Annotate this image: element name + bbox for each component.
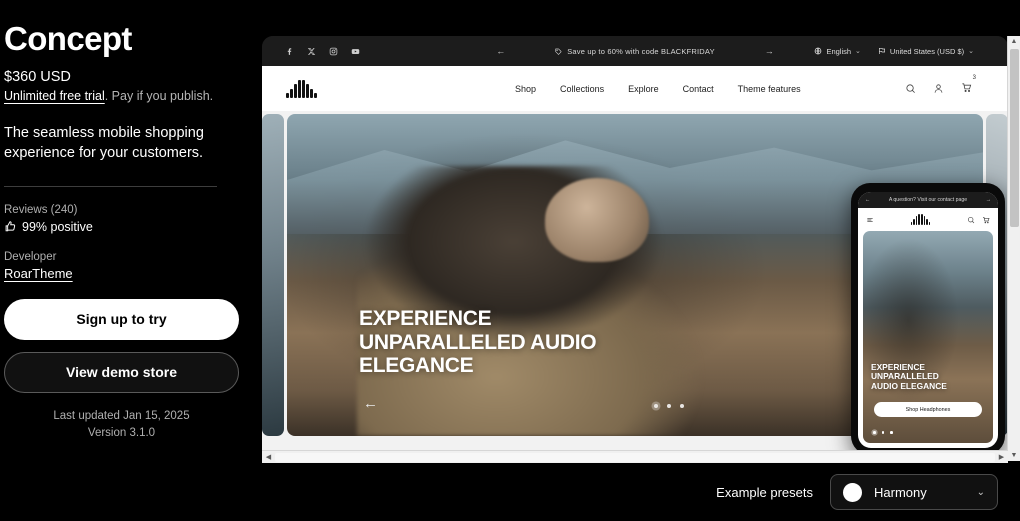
cart-icon[interactable] xyxy=(982,216,990,224)
mobile-hero-slide[interactable]: EXPERIENCE UNPARALLELED AUDIO ELEGANCE S… xyxy=(863,231,993,443)
store-header-icons: 3 xyxy=(905,75,976,98)
rating-text: 99% positive xyxy=(22,219,93,234)
sign-up-to-try-button[interactable]: Sign up to try xyxy=(4,298,239,340)
theme-tagline: The seamless mobile shopping experience … xyxy=(4,124,204,162)
hero-dot-3[interactable] xyxy=(680,404,684,408)
mobile-preview-device[interactable]: ← A question? Visit our contact page → E… xyxy=(851,183,1005,455)
currency-selector[interactable]: United States (USD $) ⌄ xyxy=(878,47,974,56)
developer-label: Developer xyxy=(4,250,57,263)
mobile-carousel-dots[interactable] xyxy=(873,431,893,434)
facebook-icon[interactable] xyxy=(285,47,294,56)
mobile-store-logo[interactable] xyxy=(910,214,931,225)
hero-headline: EXPERIENCE UNPARALLELED AUDIO ELEGANCE xyxy=(359,307,597,378)
hero-model-head xyxy=(544,178,649,263)
chevron-down-icon: ⌄ xyxy=(968,48,974,55)
mobile-store-header xyxy=(858,208,998,231)
instagram-icon[interactable] xyxy=(329,47,338,56)
thumbs-up-icon xyxy=(5,221,16,232)
mobile-shop-headphones-button[interactable]: Shop Headphones xyxy=(874,402,982,417)
horizontal-scrollbar-thumb[interactable] xyxy=(275,452,995,462)
mobile-dot-2[interactable] xyxy=(881,431,885,434)
theme-info-panel: Concept $360 USD Unlimited free trial. P… xyxy=(0,0,262,463)
mobile-preview-screen: ← A question? Visit our contact page → E… xyxy=(858,192,998,448)
cart-count-badge: 3 xyxy=(972,74,976,81)
chevron-down-icon: ⌄ xyxy=(855,48,861,55)
preset-selected-name: Harmony xyxy=(874,484,927,500)
nav-item-shop[interactable]: Shop xyxy=(515,84,536,94)
x-icon[interactable] xyxy=(307,47,316,56)
mobile-hero-line-3: AUDIO ELEGANCE xyxy=(871,380,947,391)
store-announcement-bar: ← Save up to 60% with code BLACKFRIDAY →… xyxy=(262,36,1008,66)
section-divider xyxy=(4,185,217,187)
announcement-text: Save up to 60% with code BLACKFRIDAY xyxy=(567,46,715,56)
mobile-announcement-prev-icon[interactable]: ← xyxy=(865,197,870,203)
language-label: English xyxy=(826,46,852,56)
mobile-dot-1[interactable] xyxy=(873,431,876,434)
hero-headline-line-2: UNPARALLELED AUDIO xyxy=(359,330,597,354)
vertical-scrollbar-thumb[interactable] xyxy=(1009,49,1019,227)
scroll-down-icon[interactable]: ▼ xyxy=(1011,450,1018,461)
hero-headline-line-1: EXPERIENCE xyxy=(359,307,492,331)
horizontal-scrollbar[interactable]: ◀ ▶ xyxy=(262,450,1008,463)
language-selector[interactable]: English ⌄ xyxy=(814,46,861,56)
nav-item-explore[interactable]: Explore xyxy=(628,84,659,94)
mobile-announcement-bar: ← A question? Visit our contact page → xyxy=(858,192,998,208)
search-icon[interactable] xyxy=(967,216,975,224)
account-icon[interactable] xyxy=(933,83,944,94)
announcement-message: Save up to 60% with code BLACKFRIDAY xyxy=(555,47,715,56)
announcement-prev-icon[interactable]: ← xyxy=(496,46,505,56)
view-demo-store-button[interactable]: View demo store xyxy=(4,351,239,393)
hero-headline-line-3: ELEGANCE xyxy=(359,354,474,378)
version-text: Version 3.1.0 xyxy=(87,427,156,440)
theme-price: $360 USD xyxy=(4,68,71,85)
cart-icon[interactable] xyxy=(961,82,972,93)
trial-info: Unlimited free trial. Pay if you publish… xyxy=(4,89,238,103)
developer-link[interactable]: RoarTheme xyxy=(4,266,73,281)
mobile-dot-3[interactable] xyxy=(890,431,893,434)
store-navigation[interactable]: Shop Collections Explore Contact Theme f… xyxy=(515,84,801,94)
reviews-label: Reviews (240) xyxy=(4,203,78,216)
nav-item-theme-features[interactable]: Theme features xyxy=(738,84,801,94)
hero-dot-1[interactable] xyxy=(654,404,658,408)
nav-item-collections[interactable]: Collections xyxy=(560,84,604,94)
youtube-icon[interactable] xyxy=(351,47,360,56)
announcement-next-icon[interactable]: → xyxy=(765,46,774,56)
example-presets-label: Example presets xyxy=(716,484,813,500)
globe-icon xyxy=(815,47,822,55)
theme-update-meta: Last updated Jan 15, 2025 Version 3.1.0 xyxy=(4,408,239,443)
flag-icon xyxy=(878,48,885,54)
cart-button[interactable]: 3 xyxy=(961,75,976,98)
chevron-down-icon: ⌄ xyxy=(976,486,985,498)
preset-dropdown[interactable]: Harmony ⌄ xyxy=(830,474,998,510)
hero-slide-previous[interactable] xyxy=(262,114,284,436)
free-trial-link[interactable]: Unlimited free trial xyxy=(4,89,105,103)
mobile-hero-headline: EXPERIENCE UNPARALLELED AUDIO ELEGANCE xyxy=(871,362,947,391)
mobile-header-icons xyxy=(967,216,990,224)
hero-model-photo xyxy=(356,165,705,436)
hero-dot-2[interactable] xyxy=(667,404,671,408)
preset-color-swatch xyxy=(843,482,862,502)
social-links[interactable] xyxy=(285,47,360,56)
currency-label: United States (USD $) xyxy=(889,46,965,56)
search-icon[interactable] xyxy=(905,83,916,94)
nav-item-contact[interactable]: Contact xyxy=(683,84,714,94)
preset-bar: Example presets Harmony ⌄ xyxy=(0,463,1020,521)
rating-row: 99% positive xyxy=(4,220,238,234)
mobile-announcement-text: A question? Visit our contact page xyxy=(888,197,968,203)
scroll-up-icon[interactable]: ▲ xyxy=(1011,36,1018,47)
hamburger-menu-icon[interactable] xyxy=(866,216,874,224)
mobile-announcement-next-icon[interactable]: → xyxy=(986,197,991,203)
theme-store-preview-page: Concept $360 USD Unlimited free trial. P… xyxy=(0,0,1020,521)
page-title: Concept xyxy=(4,20,132,57)
scroll-left-icon[interactable]: ◀ xyxy=(262,453,275,461)
locale-selectors: English ⌄ United States (USD $) ⌄ xyxy=(814,47,974,56)
trial-note: . Pay if you publish. xyxy=(104,88,214,103)
vertical-scrollbar[interactable]: ▲ ▼ xyxy=(1007,36,1020,461)
last-updated-text: Last updated Jan 15, 2025 xyxy=(53,409,190,422)
store-header: Shop Collections Explore Contact Theme f… xyxy=(262,66,1008,111)
store-logo[interactable] xyxy=(286,79,317,98)
tag-icon xyxy=(555,48,562,55)
scroll-right-icon[interactable]: ▶ xyxy=(995,453,1008,461)
